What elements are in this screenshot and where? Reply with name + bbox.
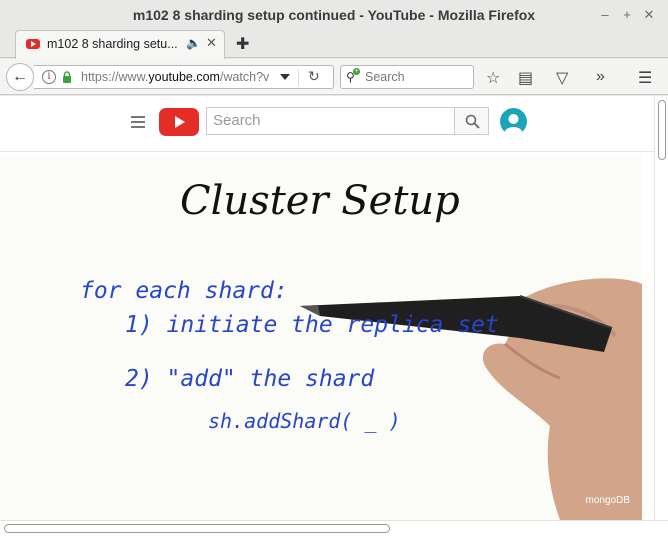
user-icon	[504, 114, 523, 135]
back-button[interactable]: ←	[6, 63, 34, 91]
overflow-chevron-icon[interactable]: »	[596, 68, 605, 86]
video-frame	[300, 278, 642, 520]
mongodb-watermark: mongoDB	[585, 495, 630, 506]
vertical-scrollbar[interactable]	[654, 96, 668, 520]
youtube-search-input[interactable]: Search	[206, 107, 454, 135]
menu-icon[interactable]: ☰	[638, 68, 652, 88]
horizontal-scroll-thumb[interactable]	[4, 524, 390, 533]
add-search-engine-icon: +	[353, 68, 360, 75]
minimize-icon[interactable]: –	[597, 7, 613, 23]
page-content: Search Cluster Setup for each shard: 1) …	[0, 96, 654, 520]
hand-illustration	[300, 278, 642, 520]
video-player[interactable]: Cluster Setup for each shard: 1) initiat…	[0, 156, 642, 520]
url-path: /watch?v	[219, 70, 270, 84]
tab-strip: m102 8 sharding setu... 🔈 ✕ ✚	[0, 30, 668, 59]
search-icon	[465, 114, 480, 129]
vertical-scroll-thumb[interactable]	[658, 100, 666, 160]
search-placeholder: Search	[365, 70, 405, 84]
close-icon[interactable]: ✕	[641, 7, 657, 23]
tab-youtube[interactable]: m102 8 sharding setu... 🔈 ✕	[15, 30, 225, 59]
youtube-masthead: Search	[0, 96, 654, 152]
site-info-icon[interactable]: i	[42, 70, 56, 84]
firefox-window: m102 8 sharding setup continued - YouTub…	[0, 0, 668, 536]
speaker-icon[interactable]: 🔈	[186, 36, 201, 50]
tab-close-icon[interactable]: ✕	[206, 35, 217, 51]
url-prefix: https://www.	[81, 70, 149, 84]
youtube-logo[interactable]	[159, 108, 199, 136]
bookmark-star-icon[interactable]: ☆	[486, 68, 500, 88]
new-tab-icon[interactable]: ✚	[236, 34, 249, 54]
maximize-icon[interactable]: +	[619, 7, 635, 23]
reload-icon[interactable]: ↻	[308, 68, 320, 85]
tab-title: m102 8 sharding setu...	[47, 37, 178, 51]
pocket-icon[interactable]: ▽	[556, 68, 568, 88]
navigation-toolbar: ← i https://www.youtube.com/watch?v ↻ ⚲ …	[0, 59, 668, 95]
guide-menu-icon[interactable]	[131, 116, 145, 131]
lock-icon	[63, 71, 71, 83]
url-domain: youtube.com	[148, 70, 220, 84]
search-bar[interactable]: ⚲ + Search	[340, 65, 474, 89]
url-text[interactable]: https://www.youtube.com/watch?v	[81, 70, 279, 84]
avatar[interactable]	[500, 108, 527, 135]
url-separator	[298, 69, 299, 86]
reading-list-icon[interactable]: ▤	[518, 68, 533, 88]
url-dropdown-icon[interactable]	[280, 74, 290, 80]
youtube-favicon-icon	[26, 39, 40, 49]
horizontal-scrollbar[interactable]	[0, 520, 668, 536]
window-title: m102 8 sharding setup continued - YouTub…	[132, 7, 536, 23]
youtube-search-button[interactable]	[454, 107, 489, 135]
title-bar: m102 8 sharding setup continued - YouTub…	[0, 0, 668, 30]
url-bar[interactable]: i https://www.youtube.com/watch?v ↻	[34, 65, 334, 89]
